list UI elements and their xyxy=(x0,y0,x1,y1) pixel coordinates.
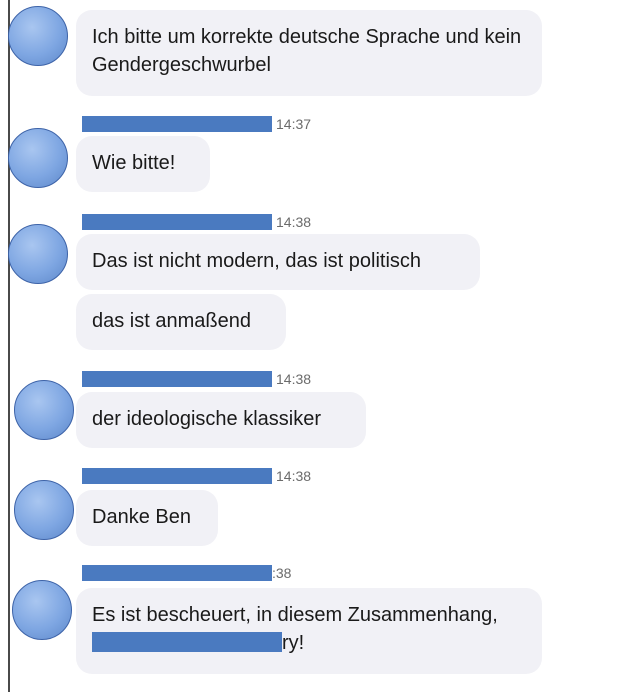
message-bubble: Es ist bescheuert, in diesem Zusammenhan… xyxy=(76,588,542,674)
message-text: Ich bitte um korrekte deutsche Sprache u… xyxy=(92,26,522,76)
message-bubble: Wie bitte! xyxy=(76,136,210,192)
message-timestamp: :38 xyxy=(272,565,292,581)
message-text-end: ry! xyxy=(282,632,305,654)
avatar[interactable] xyxy=(8,6,68,66)
redacted-sender-name xyxy=(82,371,272,387)
redacted-sender-name xyxy=(82,468,272,484)
message-timestamp: 14:38 xyxy=(276,214,312,230)
message-meta: 14:38 xyxy=(82,467,311,485)
avatar[interactable] xyxy=(8,224,68,284)
message-bubble: Ich bitte um korrekte deutsche Sprache u… xyxy=(76,10,542,96)
avatar[interactable] xyxy=(8,128,68,188)
message-bubble: Danke Ben xyxy=(76,490,218,546)
message-bubble: der ideologische klassiker xyxy=(76,392,366,448)
message-text: das ist anmaßend xyxy=(92,310,251,332)
message-meta: :38 xyxy=(82,564,291,582)
message-timestamp: 14:38 xyxy=(276,468,312,484)
message-text: Das ist nicht modern, das ist politisch xyxy=(92,250,422,272)
avatar[interactable] xyxy=(14,380,74,440)
message-text: der ideologische klassiker xyxy=(92,408,322,430)
message-timestamp: 14:38 xyxy=(276,371,312,387)
chat-left-border xyxy=(8,0,10,692)
message-meta: 14:37 xyxy=(82,115,311,133)
message-text: Wie bitte! xyxy=(92,152,176,174)
avatar[interactable] xyxy=(12,580,72,640)
message-text-start: Es ist bescheuert, in diesem Zusammenhan… xyxy=(92,604,498,626)
message-text: Danke Ben xyxy=(92,506,191,528)
redacted-sender-name xyxy=(82,116,272,132)
avatar[interactable] xyxy=(14,480,74,540)
message-meta: 14:38 xyxy=(82,370,311,388)
message-timestamp: 14:37 xyxy=(276,116,312,132)
message-bubble: Das ist nicht modern, das ist politisch xyxy=(76,234,480,290)
redacted-text xyxy=(92,632,282,652)
message-bubble: das ist anmaßend xyxy=(76,294,286,350)
redacted-sender-name xyxy=(82,565,272,581)
redacted-sender-name xyxy=(82,214,272,230)
message-meta: 14:38 xyxy=(82,213,311,231)
